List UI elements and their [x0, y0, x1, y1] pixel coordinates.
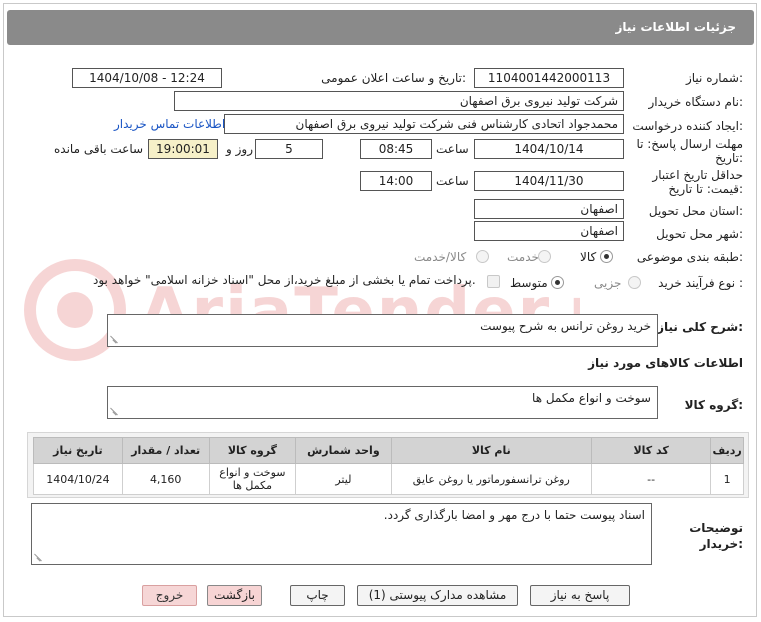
cell-row: 1 [710, 463, 744, 495]
price-validity-date-field: 1404/11/30 [474, 171, 624, 191]
category-radio-goods-service[interactable] [476, 250, 489, 263]
cell-unit: لیتر [295, 463, 392, 495]
reply-time-label: ساعت [436, 142, 469, 156]
cell-name: روغن ترانسفورماتور یا روغن عایق [390, 463, 593, 495]
back-button[interactable]: بازگشت [207, 585, 262, 606]
buyer-contact-link[interactable]: اطلاعات تماس خریدار [114, 117, 225, 131]
category-option-goods: کالا [580, 250, 597, 264]
remaining-time-label: ساعت باقی مانده [54, 142, 144, 156]
delivery-province-field: اصفهان [474, 199, 624, 219]
print-button[interactable]: چاپ [290, 585, 345, 606]
reply-date-field: 1404/10/14 [474, 139, 624, 159]
reply-deadline-label: مهلت ارسال پاسخ: تا [636, 137, 743, 151]
purchase-type-label: نوع فرآیند خرید : [658, 276, 743, 290]
goods-group-label: گروه کالا: [684, 398, 743, 412]
price-validity-time-field: 14:00 [360, 171, 432, 191]
buyer-org-field: شرکت تولید نیروی برق اصفهان [174, 91, 624, 111]
buyer-notes-text: اسناد پیوست حتما با درج مهر و امضا بارگذ… [383, 508, 645, 522]
category-label: طبقه بندی موضوعی: [636, 250, 743, 264]
delivery-city-label: شهر محل تحویل: [656, 227, 743, 241]
category-option-goods-service: کالا/خدمت [414, 250, 467, 264]
purchase-radio-small[interactable] [628, 276, 641, 289]
general-desc-label: شرح کلی نیاز: [657, 320, 743, 334]
need-number-label: شماره نیاز: [685, 71, 743, 85]
cell-code: -- [591, 463, 712, 495]
need-number-field: 1104001442000113 [474, 68, 624, 88]
category-radio-service[interactable] [538, 250, 551, 263]
purchase-option-small: جزیی [594, 276, 622, 290]
exit-button[interactable]: خروج [142, 585, 197, 606]
reply-deadline-label-2: تاریخ: [715, 151, 743, 165]
announce-label: تاریخ و ساعت اعلان عمومی: [321, 71, 466, 85]
resize-grip-icon[interactable] [110, 407, 119, 416]
buyer-notes-label-2: خریدار: [699, 537, 743, 551]
buyer-org-label: نام دستگاه خریدار: [648, 95, 744, 109]
cell-date: 1404/10/24 [33, 463, 123, 495]
purchase-option-medium: متوسط [510, 276, 548, 290]
purchase-radio-medium[interactable] [551, 276, 564, 289]
table-row: 1404/10/24 4,160 سوخت و انواع مکمل ها لی… [33, 463, 744, 495]
items-table: تاریخ نیاز تعداد / مقدار گروه کالا واحد … [33, 437, 744, 495]
price-validity-label-2: قیمت: تا تاریخ: [668, 182, 743, 196]
resize-grip-icon[interactable] [110, 335, 119, 344]
buyer-notes-field: اسناد پیوست حتما با درج مهر و امضا بارگذ… [31, 503, 652, 565]
category-option-service: خدمت [507, 250, 539, 264]
treasury-payment-checkbox[interactable] [487, 275, 500, 288]
view-attachments-button[interactable]: مشاهده مدارک پیوستی (1) [357, 585, 518, 606]
col-header-name: نام کالا [390, 437, 593, 464]
title-bar: جزئیات اطلاعات نیاز [7, 10, 754, 45]
col-header-qty: تعداد / مقدار [121, 437, 210, 464]
treasury-payment-note: پرداخت تمام یا بخشی از مبلغ خرید،از محل … [93, 273, 476, 287]
price-validity-label: حداقل تاریخ اعتبار [652, 168, 743, 182]
buyer-notes-label: توضیحات [689, 521, 743, 535]
col-header-code: کد کالا [591, 437, 712, 464]
general-desc-field: خرید روغن ترانس به شرح پیوست [107, 314, 658, 347]
delivery-city-field: اصفهان [474, 221, 624, 241]
reply-button[interactable]: پاسخ به نیاز [530, 585, 630, 606]
cell-qty: 4,160 [121, 463, 210, 495]
days-label: روز و [226, 142, 253, 156]
remaining-days-field: 5 [255, 139, 323, 159]
goods-group-text: سوخت و انواع مکمل ها [532, 391, 651, 405]
goods-group-field: سوخت و انواع مکمل ها [107, 386, 658, 419]
creator-label: ایجاد کننده درخواست: [632, 119, 743, 133]
col-header-group: گروه کالا [208, 437, 297, 464]
cell-group: سوخت و انواع مکمل ها [208, 463, 297, 495]
reply-time-field: 08:45 [360, 139, 432, 159]
goods-section-title: اطلاعات کالاهای مورد نیاز [588, 356, 743, 370]
page-title: جزئیات اطلاعات نیاز [615, 20, 736, 34]
resize-grip-icon[interactable] [34, 553, 43, 562]
col-header-row: ردیف [710, 437, 744, 464]
category-radio-goods[interactable] [600, 250, 613, 263]
announce-datetime-field: 1404/10/08 - 12:24 [72, 68, 222, 88]
delivery-province-label: استان محل تحویل: [648, 204, 743, 218]
general-desc-text: خرید روغن ترانس به شرح پیوست [480, 319, 651, 333]
remaining-time-field: 19:00:01 [148, 139, 218, 159]
col-header-unit: واحد شمارش [295, 437, 392, 464]
price-validity-time-label: ساعت [436, 174, 469, 188]
col-header-date: تاریخ نیاز [33, 437, 123, 464]
creator-field: محمدجواد اتحادی کارشناس فنی شرکت تولید ن… [224, 114, 624, 134]
